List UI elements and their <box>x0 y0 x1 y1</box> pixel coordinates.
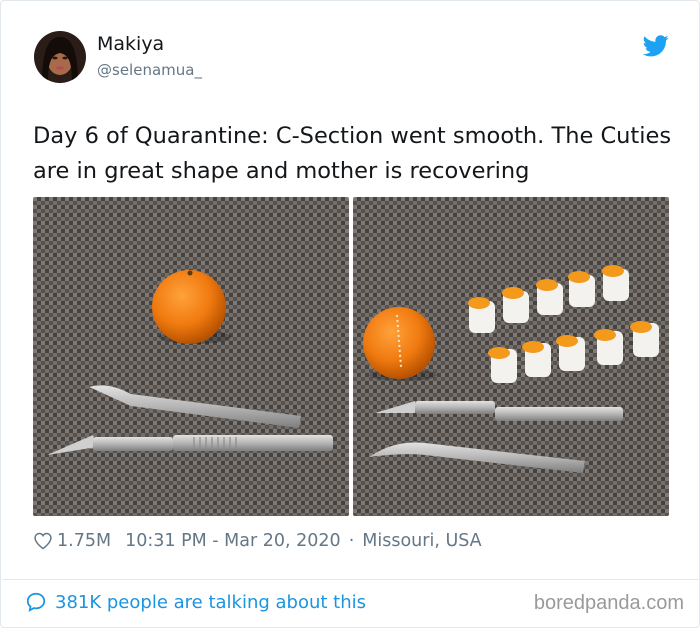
tweet-card: Makiya @selenamua_ Day 6 of Quarantine: … <box>0 0 700 628</box>
location-separator: · <box>348 531 355 551</box>
timestamp[interactable]: 10:31 PM - Mar 20, 2020 <box>125 531 341 551</box>
tweet-meta: 1.75M 10:31 PM - Mar 20, 2020 · Missouri… <box>33 529 482 553</box>
conversation-text[interactable]: 381K people are talking about this <box>55 592 366 613</box>
heart-icon[interactable] <box>33 531 53 551</box>
speech-bubble-icon <box>26 592 46 612</box>
tweet-photo-2[interactable] <box>353 197 669 516</box>
like-count[interactable]: 1.75M <box>57 531 111 551</box>
avatar[interactable] <box>34 31 86 83</box>
tweet-photo-1[interactable] <box>33 197 349 516</box>
tweet-text: Day 6 of Quarantine: C-Section went smoo… <box>33 123 672 184</box>
watermark: boredpanda.com <box>533 592 684 614</box>
location[interactable]: Missouri, USA <box>362 531 481 551</box>
divider <box>2 579 699 580</box>
conversation-link[interactable]: 381K people are talking about this <box>25 591 366 613</box>
bird-icon[interactable] <box>643 35 669 57</box>
author-handle[interactable]: @selenamua_ <box>97 61 202 79</box>
author-name[interactable]: Makiya <box>97 33 164 55</box>
